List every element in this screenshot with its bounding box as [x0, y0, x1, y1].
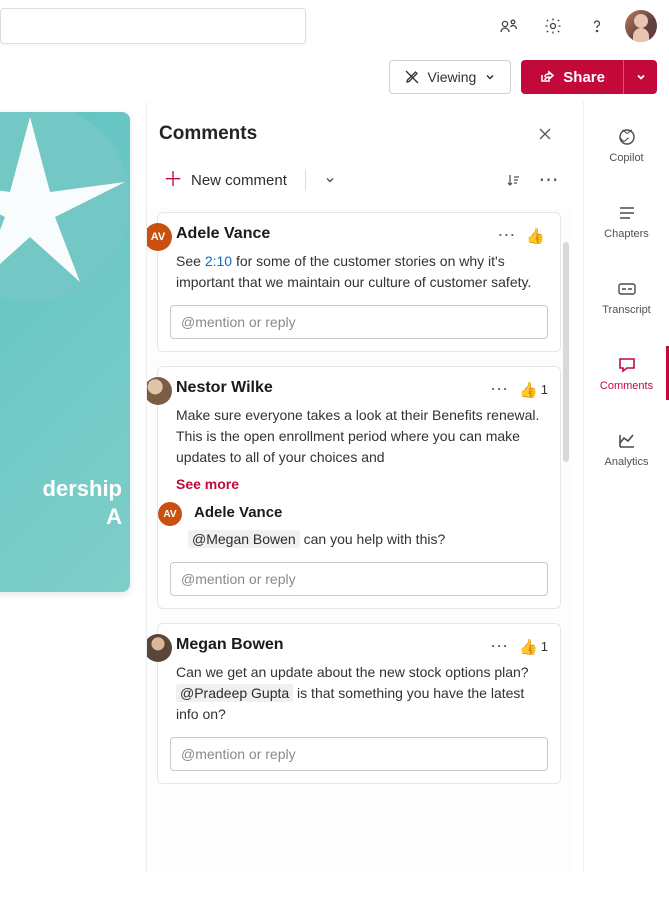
avatar — [147, 377, 172, 405]
rail-label: Transcript — [602, 304, 651, 316]
share-icon — [539, 69, 555, 85]
more-options-button[interactable]: ⋯ — [533, 164, 565, 196]
people-icon[interactable] — [493, 10, 525, 42]
thumb-icon: 👍 — [519, 381, 538, 399]
like-button[interactable]: 👍 1 — [519, 638, 548, 656]
comment-reply: AV Adele Vance @Megan Bowen can you help… — [188, 504, 548, 550]
reply-input[interactable] — [170, 737, 548, 771]
reply-input[interactable] — [170, 562, 548, 596]
comment-author: Megan Bowen — [176, 636, 284, 654]
comment-card: Nestor Wilke ⋯ 👍 1 Make sure everyone ta… — [157, 366, 561, 609]
rail-item-transcript[interactable]: Transcript — [584, 274, 669, 320]
comment-body: See 2:10 for some of the customer storie… — [176, 251, 548, 293]
rail-item-copilot[interactable]: Copilot — [584, 122, 669, 168]
scrollbar[interactable] — [563, 242, 569, 462]
close-icon — [537, 126, 553, 142]
sort-icon — [505, 172, 521, 188]
rail-label: Analytics — [604, 456, 648, 468]
search-input[interactable] — [0, 8, 306, 44]
thumb-icon: 👍 — [526, 227, 545, 245]
reply-input[interactable] — [170, 305, 548, 339]
see-more-button[interactable]: See more — [176, 476, 548, 492]
share-label: Share — [563, 69, 605, 86]
like-button[interactable]: 👍 1 — [519, 381, 548, 399]
pencil-slash-icon — [404, 69, 420, 85]
viewing-label: Viewing — [428, 69, 477, 85]
avatar: AV — [158, 502, 182, 526]
like-button[interactable]: 👍 — [526, 227, 548, 245]
chevron-down-icon — [324, 174, 336, 186]
comment-body: @Megan Bowen can you help with this? — [188, 529, 548, 550]
preview-title: dership A — [0, 475, 130, 532]
timestamp-link[interactable]: 2:10 — [205, 253, 232, 269]
avatar[interactable] — [625, 10, 657, 42]
comments-pane: Comments ＋ New comment ⋯ — [146, 102, 571, 872]
analytics-icon — [616, 430, 638, 452]
transcript-icon — [616, 278, 638, 300]
new-comment-label: New comment — [191, 172, 287, 189]
rail-label: Chapters — [604, 228, 649, 240]
comment-body: Make sure everyone takes a look at their… — [176, 405, 548, 468]
comment-card: Megan Bowen ⋯ 👍 1 Can we get an update a… — [157, 623, 561, 784]
rail-item-comments[interactable]: Comments — [584, 350, 669, 396]
copilot-icon — [616, 126, 638, 148]
content-preview: dership A — [0, 112, 130, 592]
help-icon[interactable] — [581, 10, 613, 42]
comment-more-button[interactable]: ⋯ — [486, 634, 513, 659]
gear-icon[interactable] — [537, 10, 569, 42]
new-comment-button[interactable]: ＋ New comment — [153, 164, 297, 196]
close-button[interactable] — [531, 120, 559, 148]
comments-list: AV Adele Vance ⋯ 👍 See 2:10 for some of … — [147, 208, 571, 872]
rail-item-chapters[interactable]: Chapters — [584, 198, 669, 244]
chevron-down-icon — [484, 71, 496, 83]
thumb-icon: 👍 — [519, 638, 538, 656]
rail-label: Comments — [600, 380, 653, 392]
chapters-icon — [616, 202, 638, 224]
comment-author: Adele Vance — [194, 504, 282, 521]
chevron-down-icon — [635, 71, 647, 83]
sort-button[interactable] — [497, 164, 529, 196]
avatar — [147, 634, 172, 662]
comment-author: Adele Vance — [176, 225, 270, 243]
divider — [305, 169, 306, 191]
viewing-button[interactable]: Viewing — [389, 60, 512, 94]
comment-body: Can we get an update about the new stock… — [176, 662, 548, 725]
comment-more-button[interactable]: ⋯ — [486, 377, 513, 402]
like-count: 1 — [541, 639, 548, 654]
comments-title: Comments — [159, 123, 257, 145]
comment-more-button[interactable]: ⋯ — [493, 223, 520, 248]
rail-item-analytics[interactable]: Analytics — [584, 426, 669, 472]
share-button[interactable]: Share — [521, 60, 623, 94]
plus-icon: ＋ — [163, 170, 183, 190]
right-rail: Copilot Chapters Transcript Comments Ana… — [583, 102, 669, 872]
comment-card: AV Adele Vance ⋯ 👍 See 2:10 for some of … — [157, 212, 561, 352]
new-comment-dropdown[interactable] — [314, 164, 346, 196]
avatar: AV — [147, 223, 172, 251]
mention-chip[interactable]: @Megan Bowen — [188, 530, 300, 548]
share-dropdown-button[interactable] — [623, 60, 657, 94]
comment-author: Nestor Wilke — [176, 379, 273, 397]
like-count: 1 — [541, 382, 548, 397]
mention-chip[interactable]: @Pradeep Gupta — [176, 684, 293, 702]
comments-icon — [616, 354, 638, 376]
rail-label: Copilot — [609, 152, 643, 164]
